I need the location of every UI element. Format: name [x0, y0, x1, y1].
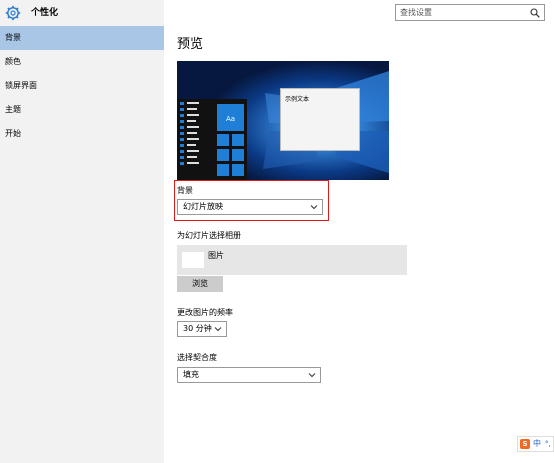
ime-toolbar[interactable]: S 中 °, [517, 436, 554, 452]
background-label: 背景 [177, 186, 193, 195]
ime-language[interactable]: 中 [533, 438, 541, 450]
sidebar-item-themes[interactable]: 主题 [0, 98, 164, 122]
ime-logo-icon[interactable]: S [520, 439, 530, 449]
album-thumbnail [182, 252, 204, 268]
start-menu-tiles [180, 102, 244, 176]
album-item[interactable]: 图片 [177, 245, 407, 275]
app-title: 个性化 [31, 8, 59, 18]
background-dropdown-value: 幻灯片放映 [183, 202, 223, 211]
start-menu-preview [177, 99, 247, 180]
sidebar-item-colors[interactable]: 颜色 [0, 50, 164, 74]
search-input[interactable] [400, 6, 520, 19]
search-icon[interactable] [530, 8, 540, 18]
sidebar: 个性化 背景 颜色 锁屏界面 主题 开始 [0, 0, 164, 463]
frequency-dropdown[interactable]: 30 分钟 [177, 321, 227, 337]
album-label: 为幻灯片选择相册 [177, 231, 241, 240]
background-dropdown[interactable]: 幻灯片放映 [177, 199, 323, 215]
sidebar-item-start[interactable]: 开始 [0, 122, 164, 146]
ime-punctuation[interactable]: °, [545, 438, 551, 450]
fit-dropdown-value: 填充 [183, 370, 199, 379]
chevron-down-icon [310, 205, 318, 210]
sidebar-item-lock-screen[interactable]: 锁屏界面 [0, 74, 164, 98]
fit-label: 选择契合度 [177, 353, 217, 362]
preview-tile-text: Aa [226, 115, 236, 123]
chevron-down-icon [308, 373, 316, 378]
album-name: 图片 [208, 251, 224, 260]
sidebar-item-background[interactable]: 背景 [0, 26, 164, 50]
browse-button[interactable]: 浏览 [177, 276, 223, 292]
gear-icon [5, 5, 21, 21]
fit-dropdown[interactable]: 填充 [177, 367, 321, 383]
frequency-label: 更改图片的频率 [177, 308, 233, 317]
app-header: 个性化 [0, 0, 164, 26]
background-preview: Aa 示例文本 [177, 61, 389, 180]
frequency-dropdown-value: 30 分钟 [183, 324, 212, 333]
search-box[interactable] [395, 4, 545, 21]
chevron-down-icon [214, 327, 222, 332]
sample-window: 示例文本 [280, 88, 360, 151]
sample-text: 示例文本 [285, 96, 310, 103]
preview-title: 预览 [177, 37, 204, 52]
